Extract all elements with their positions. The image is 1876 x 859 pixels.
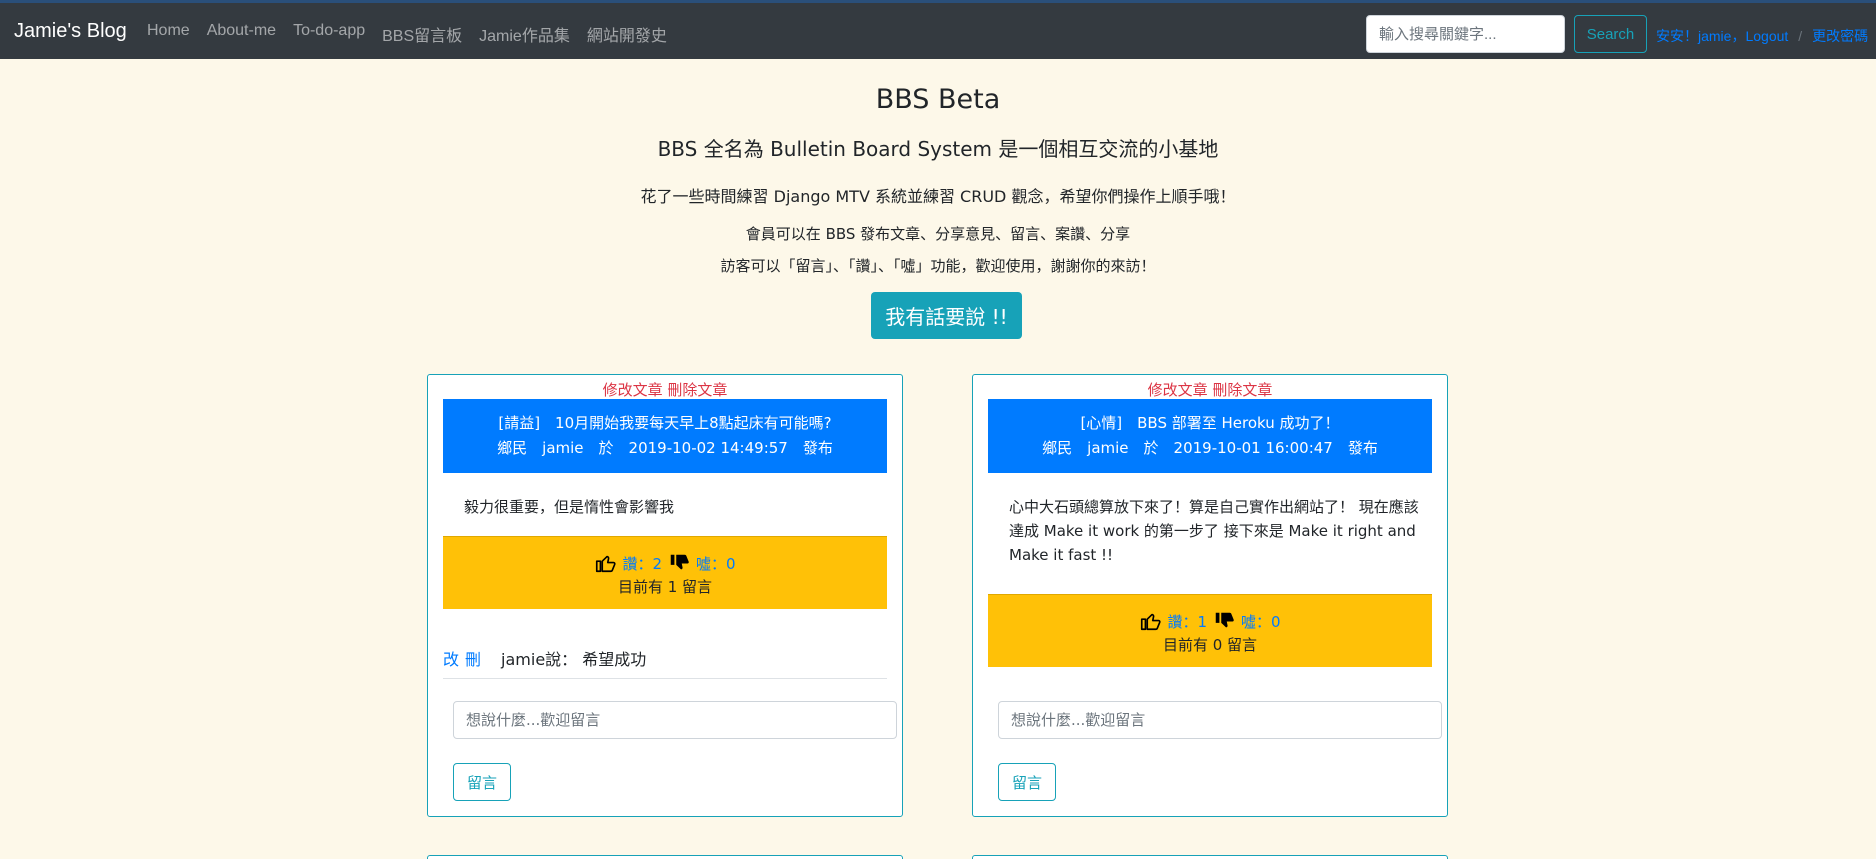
delete-post-link[interactable]: 刪除文章 (1212, 381, 1272, 399)
edit-post-link[interactable]: 修改文章 (603, 381, 663, 399)
dislike-count[interactable]: 噓：0 (1241, 611, 1281, 632)
delete-post-link[interactable]: 刪除文章 (667, 381, 727, 399)
post-card: 修改文章 刪除文章 [心情] BBS 部署至 Heroku 成功了！ 鄉民 ja… (972, 374, 1448, 817)
vote-bar: 讚：1 噓：0 目前有 0 留言 (988, 594, 1432, 667)
post-header: [請益] 10月開始我要每天早上8點起床有可能嗎? 鄉民 jamie 於 201… (443, 399, 887, 473)
delete-comment-link[interactable]: 刪 (465, 646, 481, 670)
nav-link-dev-history[interactable]: 網站開發史 (587, 22, 667, 46)
thumbs-up-icon[interactable] (594, 552, 617, 574)
page-subtitle: BBS 全名為 Bulletin Board System 是一個相互交流的小基… (657, 137, 1219, 161)
nav-link-portfolio[interactable]: Jamie作品集 (479, 22, 570, 46)
post-title: [心情] BBS 部署至 Heroku 成功了！ (1080, 414, 1340, 432)
post-meta: 鄉民 jamie 於 2019-10-01 16:00:47 發布 (1042, 439, 1378, 457)
search-button[interactable]: Search (1574, 15, 1647, 53)
like-count[interactable]: 讚：1 (1167, 611, 1207, 632)
post-meta: 鄉民 jamie 於 2019-10-02 14:49:57 發布 (497, 439, 833, 457)
comment-item: 改 刪 jamie說： 希望成功 (443, 643, 887, 679)
page-title: BBS Beta (875, 84, 1001, 115)
intro-text-3: 訪客可以「留言」、「讚」、「噓」功能，歡迎使用，謝謝你的來訪！ (720, 257, 1156, 275)
intro-text-2: 會員可以在 BBS 發布文章、分享意見、留言、案讚、分享 (745, 225, 1131, 243)
post-card-partial (427, 855, 903, 859)
comment-input[interactable] (453, 701, 897, 739)
logout-link[interactable]: 安安！jamie，Logout (1656, 28, 1788, 44)
comment-count: 目前有 0 留言 (1162, 636, 1258, 654)
post-title: [請益] 10月開始我要每天早上8點起床有可能嗎? (498, 414, 832, 432)
nav-link-home[interactable]: Home (147, 22, 190, 46)
nav-link-about-me[interactable]: About-me (207, 22, 276, 46)
post-card: 修改文章 刪除文章 [請益] 10月開始我要每天早上8點起床有可能嗎? 鄉民 j… (427, 374, 903, 817)
edit-post-link[interactable]: 修改文章 (1148, 381, 1208, 399)
post-body: 心中大石頭總算放下來了！算是自己實作出網站了！ 現在應該達成 Make it w… (1009, 498, 1419, 564)
nav-link-bbs[interactable]: BBS留言板 (382, 22, 462, 46)
vote-bar: 讚：2 噓：0 目前有 1 留言 (443, 536, 887, 609)
nav-separator: / (1798, 28, 1803, 44)
thumbs-up-icon[interactable] (1139, 610, 1162, 632)
submit-comment-button[interactable]: 留言 (453, 763, 511, 801)
post-actions: 修改文章 刪除文章 (428, 379, 902, 400)
edit-comment-link[interactable]: 改 (443, 646, 459, 670)
comment-text: jamie說： 希望成功 (501, 649, 647, 669)
nav-link-todo-app[interactable]: To-do-app (293, 22, 365, 46)
post-body: 毅力很重要，但是惰性會影響我 (464, 498, 675, 516)
search-input[interactable] (1366, 15, 1565, 53)
post-card-partial (972, 855, 1448, 859)
like-count[interactable]: 讚：2 (622, 553, 662, 574)
post-header: [心情] BBS 部署至 Heroku 成功了！ 鄉民 jamie 於 2019… (988, 399, 1432, 473)
thumbs-down-icon[interactable] (1213, 610, 1235, 632)
comment-count: 目前有 1 留言 (617, 578, 713, 596)
dislike-count[interactable]: 噓：0 (696, 553, 736, 574)
top-navbar: Jamie's Blog Home About-me To-do-app BBS… (0, 0, 1876, 59)
comment-input[interactable] (998, 701, 1442, 739)
submit-comment-button[interactable]: 留言 (998, 763, 1056, 801)
change-password-link[interactable]: 更改密碼 (1812, 28, 1868, 44)
intro-text-1: 花了一些時間練習 Django MTV 系統並練習 CRUD 觀念，希望你們操作… (640, 187, 1236, 206)
thumbs-down-icon[interactable] (668, 552, 690, 574)
nav-links: Home About-me To-do-app BBS留言板 Jamie作品集 … (147, 22, 684, 46)
brand-logo[interactable]: Jamie's Blog (14, 20, 127, 43)
new-post-button[interactable]: 我有話要說 !! (871, 292, 1022, 339)
user-area: 安安！jamie，Logout / 更改密碼 (1656, 26, 1868, 46)
post-actions: 修改文章 刪除文章 (973, 379, 1447, 400)
